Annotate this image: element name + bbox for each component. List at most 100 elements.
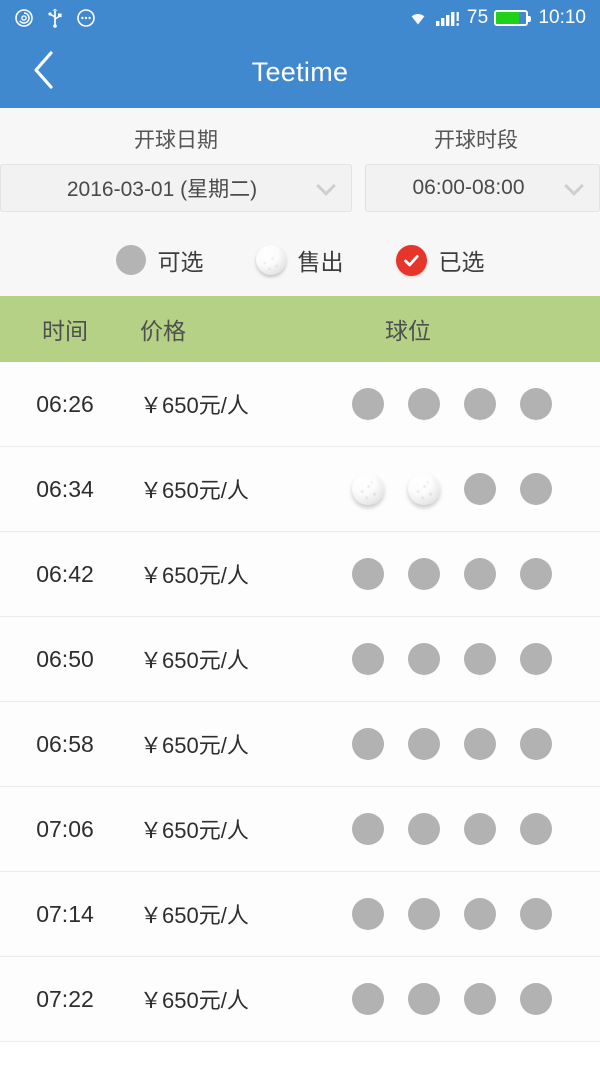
slot-available[interactable] bbox=[408, 983, 440, 1015]
slot-sold bbox=[352, 473, 384, 505]
slot-available[interactable] bbox=[352, 643, 384, 675]
slot-available[interactable] bbox=[464, 728, 496, 760]
slot-available[interactable] bbox=[464, 473, 496, 505]
slot-available[interactable] bbox=[352, 983, 384, 1015]
page-title: Teetime bbox=[251, 56, 349, 87]
legend: 可选 售出 已选 bbox=[0, 224, 600, 296]
teetime-list: 06:26 ￥650元/人 06:34 ￥650元/人 06:42 ￥650元/人 06:5… bbox=[0, 362, 600, 1042]
wifi-icon bbox=[407, 9, 429, 27]
table-row: 07:06 ￥650元/人 bbox=[0, 787, 600, 872]
filter-labels: 开球日期 开球时段 bbox=[0, 118, 600, 164]
slot-available[interactable] bbox=[464, 813, 496, 845]
row-time: 06:42 bbox=[36, 560, 94, 587]
time-filter-label: 开球时段 bbox=[434, 129, 518, 152]
row-time: 07:14 bbox=[36, 900, 94, 927]
date-select[interactable]: 2016-03-01 (星期二) bbox=[0, 164, 352, 212]
row-slots bbox=[285, 898, 600, 930]
row-price: ￥650元/人 bbox=[140, 903, 249, 928]
gray-circle-icon bbox=[115, 245, 146, 275]
row-price: ￥650元/人 bbox=[140, 988, 249, 1013]
time-range-select-value: 06:00-08:00 bbox=[412, 176, 525, 199]
slot-available[interactable] bbox=[464, 643, 496, 675]
legend-item-selected[interactable]: 已选 bbox=[395, 243, 485, 277]
slot-available[interactable] bbox=[520, 898, 552, 930]
date-select-value: 2016-03-01 (星期二) bbox=[66, 178, 258, 201]
more-icon bbox=[76, 8, 96, 28]
row-price: ￥650元/人 bbox=[140, 733, 249, 758]
slot-available[interactable] bbox=[520, 813, 552, 845]
column-header-time: 时间 bbox=[42, 318, 88, 344]
slot-available[interactable] bbox=[352, 898, 384, 930]
row-price: ￥650元/人 bbox=[140, 393, 249, 418]
table-row: 06:34 ￥650元/人 bbox=[0, 447, 600, 532]
slot-available[interactable] bbox=[520, 728, 552, 760]
row-slots bbox=[285, 473, 600, 505]
slot-sold bbox=[408, 473, 440, 505]
legend-item-available[interactable]: 可选 bbox=[115, 243, 204, 277]
column-header-price: 价格 bbox=[140, 318, 186, 344]
table-row: 07:22 ￥650元/人 bbox=[0, 957, 600, 1042]
usb-icon bbox=[46, 8, 64, 28]
status-bar-right-icons: 75 10:10 bbox=[407, 7, 586, 29]
row-price: ￥650元/人 bbox=[140, 563, 249, 588]
slot-available[interactable] bbox=[408, 388, 440, 420]
row-time: 06:58 bbox=[36, 730, 94, 757]
legend-label-sold: 售出 bbox=[297, 249, 344, 275]
battery-icon bbox=[494, 10, 532, 26]
slot-available[interactable] bbox=[352, 728, 384, 760]
filter-selects: 2016-03-01 (星期二) 06:00-08:00 bbox=[0, 164, 600, 212]
filter-bar: 开球日期 开球时段 2016-03-01 (星期二) 06:00-08:00 bbox=[0, 108, 600, 224]
row-time: 07:22 bbox=[36, 985, 94, 1012]
clock-time: 10:10 bbox=[538, 7, 586, 28]
slot-available[interactable] bbox=[520, 473, 552, 505]
table-row: 06:58 ￥650元/人 bbox=[0, 702, 600, 787]
slot-available[interactable] bbox=[464, 898, 496, 930]
back-button[interactable] bbox=[22, 50, 66, 94]
legend-label-selected: 已选 bbox=[438, 249, 485, 275]
slot-available[interactable] bbox=[408, 558, 440, 590]
slot-available[interactable] bbox=[408, 643, 440, 675]
battery-percent: 75 bbox=[466, 7, 489, 28]
legend-label-available: 可选 bbox=[157, 249, 204, 275]
slot-available[interactable] bbox=[520, 558, 552, 590]
row-slots bbox=[285, 813, 600, 845]
slot-available[interactable] bbox=[352, 388, 384, 420]
row-price: ￥650元/人 bbox=[140, 478, 249, 503]
slot-available[interactable] bbox=[408, 813, 440, 845]
slot-available[interactable] bbox=[352, 813, 384, 845]
row-slots bbox=[285, 388, 600, 420]
status-bar-left-icons bbox=[14, 8, 96, 28]
slot-available[interactable] bbox=[464, 983, 496, 1015]
slot-available[interactable] bbox=[408, 728, 440, 760]
row-time: 06:34 bbox=[36, 475, 94, 502]
back-chevron-icon bbox=[31, 49, 57, 96]
row-slots bbox=[285, 983, 600, 1015]
slot-available[interactable] bbox=[520, 388, 552, 420]
table-row: 07:14 ￥650元/人 bbox=[0, 872, 600, 957]
slot-available[interactable] bbox=[352, 558, 384, 590]
title-bar: Teetime bbox=[0, 36, 600, 108]
row-slots bbox=[285, 558, 600, 590]
red-check-circle-icon bbox=[395, 244, 427, 276]
row-time: 06:26 bbox=[36, 390, 94, 417]
table-row: 06:42 ￥650元/人 bbox=[0, 532, 600, 617]
slot-available[interactable] bbox=[520, 643, 552, 675]
slot-available[interactable] bbox=[464, 388, 496, 420]
slot-available[interactable] bbox=[408, 898, 440, 930]
column-header-slots: 球位 bbox=[385, 318, 431, 344]
legend-item-sold[interactable]: 售出 bbox=[255, 243, 344, 277]
status-bar: 75 10:10 bbox=[0, 0, 600, 36]
signal-bars-icon bbox=[435, 9, 461, 27]
table-row: 06:50 ￥650元/人 bbox=[0, 617, 600, 702]
slot-available[interactable] bbox=[464, 558, 496, 590]
teetime-screen: 75 10:10 Teetime 开球日期 开球时段 2016-03-01 (星… bbox=[0, 0, 600, 1067]
row-slots bbox=[285, 728, 600, 760]
alarm-icon bbox=[14, 8, 34, 28]
table-row: 06:26 ￥650元/人 bbox=[0, 362, 600, 447]
date-filter-label: 开球日期 bbox=[134, 129, 218, 152]
table-header: 时间 价格 球位 bbox=[0, 296, 600, 362]
slot-available[interactable] bbox=[520, 983, 552, 1015]
time-range-select[interactable]: 06:00-08:00 bbox=[365, 164, 600, 212]
row-time: 07:06 bbox=[36, 815, 94, 842]
row-time: 06:50 bbox=[36, 645, 94, 672]
